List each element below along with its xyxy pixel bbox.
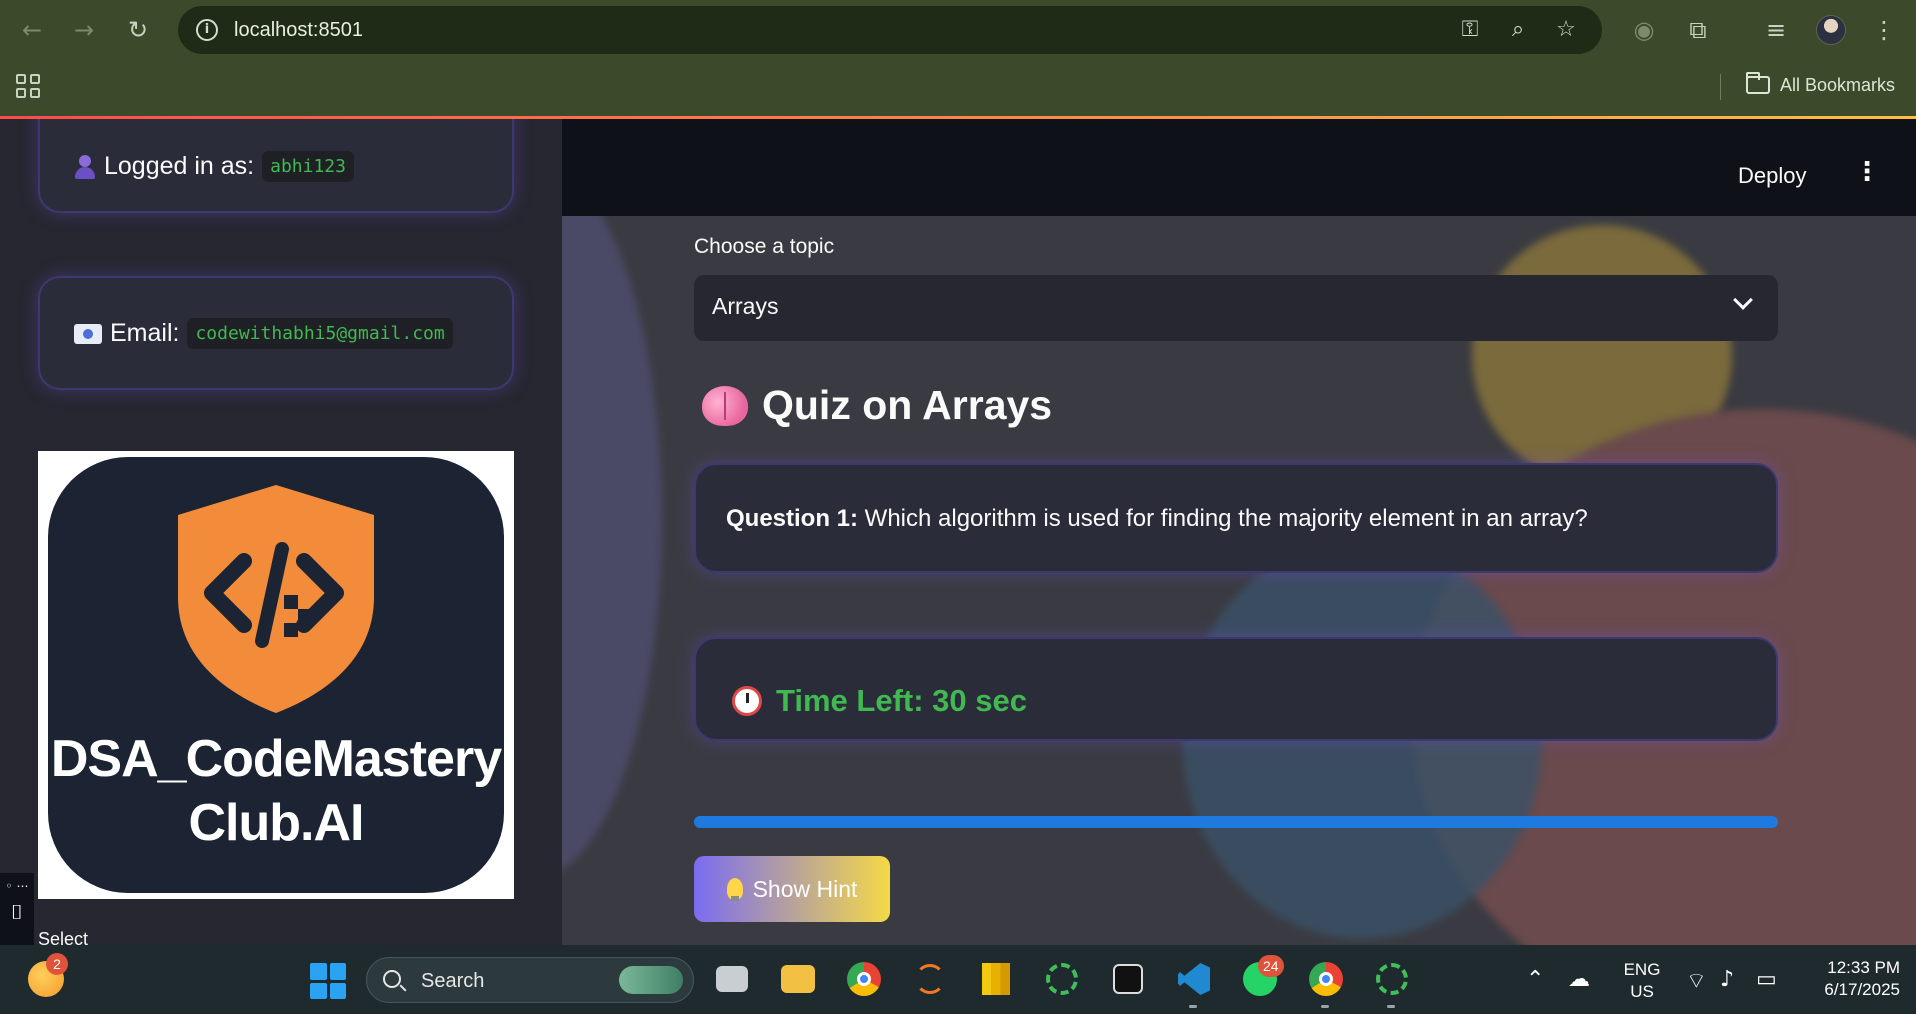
url-text[interactable]: localhost:8501 — [234, 19, 363, 42]
sidebar-select-label: Select — [38, 929, 89, 945]
password-key-icon[interactable]: ⚿ — [1456, 16, 1484, 44]
chevron-down-icon — [1733, 290, 1753, 310]
reload-icon[interactable]: ↻ — [120, 12, 156, 48]
clock-date: 6/17/2025 — [1824, 980, 1900, 999]
file-explorer-icon[interactable] — [778, 959, 818, 999]
lightbulb-icon — [726, 878, 743, 901]
show-hidden-icons-chevron[interactable]: ⌃ — [1526, 967, 1544, 992]
logged-in-label: Logged in as: — [104, 152, 255, 180]
user-icon — [74, 154, 96, 179]
timer-progress-bar — [694, 816, 1778, 828]
refresh-app-icon[interactable] — [1042, 959, 1082, 999]
app-menu-icon[interactable]: ⋮ — [1854, 157, 1880, 187]
windows-start-icon[interactable] — [310, 963, 346, 999]
more-dots-icon[interactable]: ◦ ⋯ — [4, 875, 30, 897]
site-info-icon[interactable]: i — [196, 19, 218, 41]
quiz-heading: Quiz on Arrays — [702, 382, 1052, 429]
email-card: Email: codewithabhi5@gmail.com — [38, 276, 514, 390]
app-header: Deploy ⋮ — [562, 119, 1916, 216]
logged-in-card: Logged in as: abhi123 — [38, 119, 514, 213]
timer-card: Time Left: 30 sec — [694, 637, 1778, 741]
media-control-icon[interactable]: ≡ — [1760, 14, 1792, 46]
refresh-app-2-icon[interactable] — [1372, 959, 1412, 999]
browser-toolbar: ← → ↻ i localhost:8501 ⚿ ⌕ ☆ ◉ ⧉ ≡ ⋮ — [0, 0, 1916, 60]
email-value: codewithabhi5@gmail.com — [187, 318, 453, 349]
app-running-indicator — [1387, 1005, 1395, 1008]
volume-icon[interactable]: ♪ — [1720, 967, 1734, 992]
logo-background: DSA_CodeMastery Club.AI — [48, 457, 504, 893]
show-hint-label: Show Hint — [752, 875, 858, 902]
floating-toolbar: ◦ ⋯ ⌷ ▣ ❐ ⚙ — [0, 873, 34, 945]
main-content: Deploy ⋮ Choose a topic Arrays Quiz on A… — [562, 119, 1916, 945]
chrome-running-indicator — [1321, 1005, 1329, 1008]
all-bookmarks-button[interactable]: All Bookmarks — [1746, 70, 1895, 100]
browser-chrome: ← → ↻ i localhost:8501 ⚿ ⌕ ☆ ◉ ⧉ ≡ ⋮ All… — [0, 0, 1916, 119]
language-line-1: ENG — [1623, 960, 1661, 979]
whatsapp-badge: 24 — [1258, 955, 1284, 977]
sidebar: Logged in as: abhi123 Email: codewithabh… — [0, 119, 562, 945]
star-icon[interactable]: ☆ — [1552, 16, 1580, 44]
chrome-profile-icon[interactable] — [1306, 959, 1346, 999]
logo-line-2: Club.AI — [188, 794, 365, 852]
camera-icon[interactable]: ⌷ — [4, 901, 30, 923]
club-logo: DSA_CodeMastery Club.AI — [38, 451, 514, 899]
chrome-icon[interactable] — [844, 959, 884, 999]
jupyter-icon[interactable] — [910, 959, 950, 999]
extension-icon[interactable]: ◉ — [1628, 14, 1660, 46]
bg-blob-left — [562, 159, 662, 879]
username-value: abhi123 — [262, 151, 354, 182]
puzzle-icon[interactable]: ⧉ — [1682, 14, 1714, 46]
show-hint-button[interactable]: Show Hint — [694, 856, 890, 922]
question-card: Question 1: Which algorithm is used for … — [694, 463, 1778, 573]
email-icon — [74, 323, 102, 344]
topic-select-value: Arrays — [712, 293, 779, 319]
apps-grid-icon[interactable] — [16, 74, 40, 98]
search-icon — [383, 970, 401, 988]
taskbar-search-label: Search — [421, 970, 485, 992]
bookmarks-bar: All Bookmarks — [0, 60, 1916, 118]
deploy-button[interactable]: Deploy — [1738, 163, 1806, 189]
vscode-icon[interactable] — [1174, 959, 1214, 999]
language-indicator[interactable]: ENG US — [1620, 959, 1664, 1003]
logo-title: DSA_CodeMastery Club.AI — [48, 727, 504, 855]
quiz-title: Quiz on Arrays — [762, 382, 1053, 428]
wifi-icon[interactable]: ⌔ — [1686, 967, 1707, 995]
brain-icon — [702, 385, 748, 426]
windows-taskbar: 2 Search 24 ⌃ ☁ ENG US ⌔ ♪ ▭ 12:33 PM 6/… — [0, 945, 1916, 1014]
alarm-clock-icon — [732, 686, 762, 716]
taskbar-search[interactable]: Search — [366, 957, 694, 1003]
search-highlight-image — [619, 966, 683, 994]
question-text: Question 1: Which algorithm is used for … — [726, 505, 1588, 533]
box-app-icon[interactable] — [1108, 959, 1148, 999]
battery-icon[interactable]: ▭ — [1756, 967, 1777, 992]
logo-line-1: DSA_CodeMastery — [50, 730, 502, 788]
email-label: Email: — [110, 319, 180, 347]
question-number: Question 1: — [726, 505, 859, 532]
task-view-icon[interactable] — [712, 959, 752, 999]
language-line-2: US — [1630, 982, 1654, 1001]
zoom-icon[interactable]: ⌕ — [1504, 16, 1532, 44]
topic-select[interactable]: Arrays — [694, 275, 1778, 341]
back-icon[interactable]: ← — [14, 12, 50, 48]
onedrive-cloud-icon[interactable]: ☁ — [1568, 967, 1590, 992]
timer-text: Time Left: 30 sec — [776, 683, 1027, 718]
topic-label: Choose a topic — [694, 235, 835, 258]
clock-time: 12:33 PM — [1827, 958, 1900, 977]
address-bar[interactable]: i localhost:8501 ⚿ ⌕ ☆ — [178, 6, 1602, 54]
forward-icon[interactable]: → — [66, 12, 102, 48]
folder-icon — [1746, 72, 1770, 94]
clock[interactable]: 12:33 PM 6/17/2025 — [1800, 957, 1900, 1001]
power-bi-icon[interactable] — [976, 959, 1016, 999]
weather-badge: 2 — [46, 953, 68, 975]
all-bookmarks-label: All Bookmarks — [1780, 74, 1896, 95]
vscode-running-indicator — [1189, 1005, 1197, 1008]
question-body: Which algorithm is used for finding the … — [858, 505, 1588, 532]
profile-avatar[interactable] — [1816, 15, 1846, 45]
menu-icon[interactable]: ⋮ — [1868, 14, 1900, 46]
code-shield-icon — [178, 485, 374, 713]
bookmarks-separator — [1720, 74, 1721, 100]
